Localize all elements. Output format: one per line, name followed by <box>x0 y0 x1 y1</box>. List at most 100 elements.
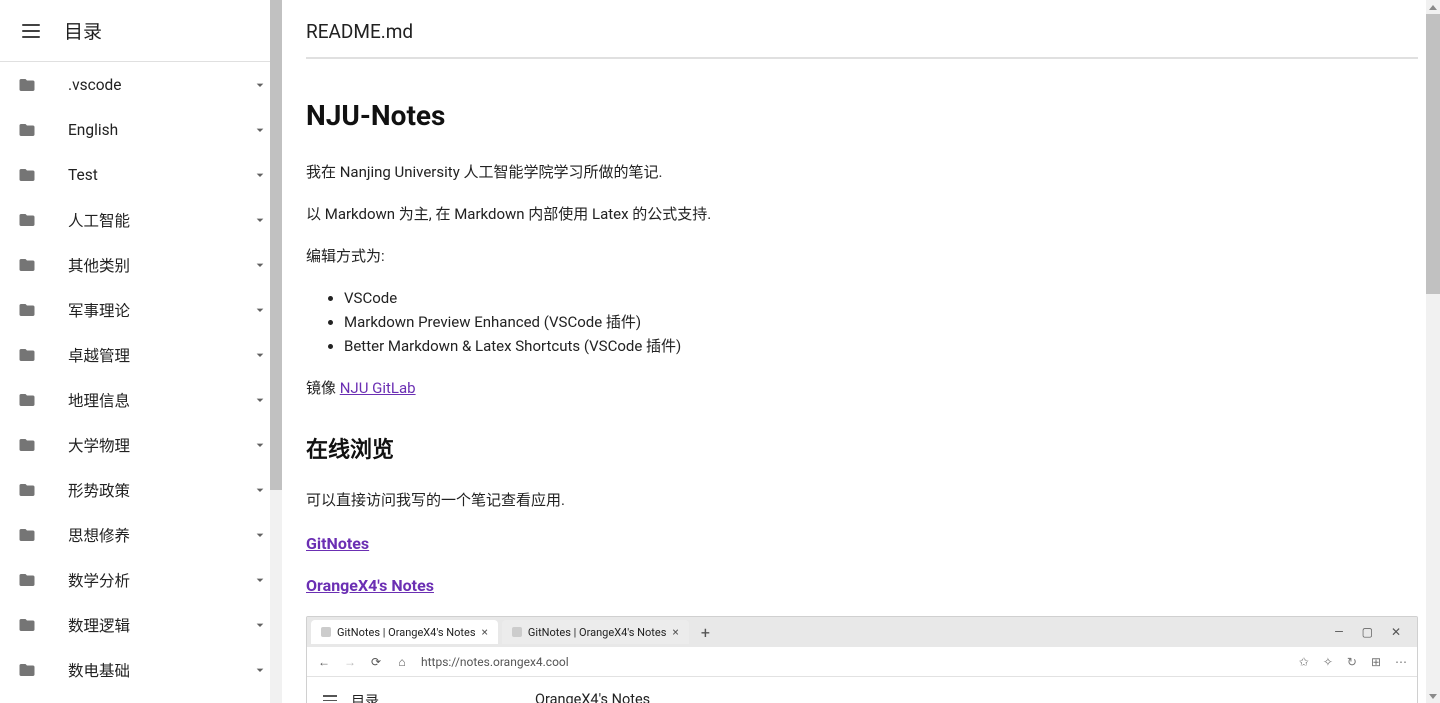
ss-body: 目录 OrangeX4's Notes 这是什么? 这是一个由 OrangeX4… <box>307 677 1417 703</box>
star-icon: ✩ <box>1299 655 1309 669</box>
tree-item[interactable]: 数理逻辑 <box>0 602 282 647</box>
ss-side-title: 目录 <box>351 691 379 703</box>
folder-icon <box>16 616 38 634</box>
history-icon: ↻ <box>1347 655 1357 669</box>
tree-item-label: 数理逻辑 <box>68 614 252 636</box>
tree-item-label: 军事理论 <box>68 299 252 321</box>
tree-item[interactable]: 数学分析 <box>0 557 282 602</box>
folder-tree: .vscode English Test 人工智能 其他类别 <box>0 62 282 703</box>
folder-icon <box>16 571 38 589</box>
folder-icon <box>16 76 38 94</box>
ss-right-icons: ✩ ✧ ↻ ⊞ ⋯ <box>1299 655 1407 669</box>
tree-item-label: 数电基础 <box>68 659 252 681</box>
chevron-down-icon <box>252 437 268 453</box>
tree-item[interactable]: 形势政策 <box>0 467 282 512</box>
menu-icon[interactable] <box>22 19 46 43</box>
main-scrollbar[interactable] <box>1426 0 1440 703</box>
favorites-icon: ✧ <box>1323 655 1333 669</box>
folder-icon <box>16 121 38 139</box>
back-icon: ← <box>317 655 331 669</box>
window-controls: — ▢ ✕ <box>1334 625 1413 639</box>
readme-intro1: 我在 Nanjing University 人工智能学院学习所做的笔记. <box>306 160 1418 184</box>
tree-item-label: 数学分析 <box>68 569 252 591</box>
mirror-link[interactable]: NJU GitLab <box>340 379 416 397</box>
chevron-down-icon <box>252 572 268 588</box>
scrollbar-thumb[interactable] <box>270 0 282 490</box>
maximize-icon: ▢ <box>1362 625 1373 639</box>
sidebar-scrollbar[interactable] <box>270 0 282 703</box>
scrollbar-thumb[interactable] <box>1426 14 1440 294</box>
tree-item-label: 卓越管理 <box>68 344 252 366</box>
tree-item[interactable]: 人工智能 <box>0 197 282 242</box>
online-heading: 在线浏览 <box>306 432 1418 464</box>
favicon-icon <box>512 627 522 637</box>
folder-icon <box>16 256 38 274</box>
mirror-line: 镜像 NJU GitLab <box>306 376 1418 400</box>
tree-item-label: 人工智能 <box>68 209 252 231</box>
folder-icon <box>16 301 38 319</box>
scroll-down-icon[interactable] <box>1426 689 1440 703</box>
tree-item[interactable]: Test <box>0 152 282 197</box>
tree-item[interactable]: 地理信息 <box>0 377 282 422</box>
lock-icon: ⌂ <box>395 655 409 669</box>
tree-item[interactable]: 军事理论 <box>0 287 282 332</box>
readme-edit-heading: 编辑方式为: <box>306 244 1418 268</box>
file-title: README.md <box>306 0 1418 57</box>
tree-item-label: 大学物理 <box>68 434 252 456</box>
close-window-icon: ✕ <box>1391 625 1401 639</box>
ss-main-header: OrangeX4's Notes <box>535 691 1399 703</box>
main-content: README.md NJU-Notes 我在 Nanjing Universit… <box>282 0 1440 703</box>
ss-url-bar: ← → ⟳ ⌂ https://notes.orangex4.cool ✩ ✧ … <box>307 647 1417 677</box>
tree-item[interactable]: 卓越管理 <box>0 332 282 377</box>
list-item: VSCode <box>344 286 1418 310</box>
tree-item[interactable]: 大学物理 <box>0 422 282 467</box>
rule <box>306 57 1418 59</box>
mirror-prefix: 镜像 <box>306 379 340 397</box>
app-root: 目录 .vscode English Test 人工智能 <box>0 0 1440 703</box>
list-item: Better Markdown & Latex Shortcuts (VSCod… <box>344 334 1418 358</box>
reload-icon: ⟳ <box>369 655 383 669</box>
chevron-down-icon <box>252 77 268 93</box>
tree-item[interactable]: 其他类别 <box>0 242 282 287</box>
tree-item[interactable]: 数电基础 <box>0 647 282 692</box>
collections-icon: ⊞ <box>1371 655 1381 669</box>
chevron-down-icon <box>252 347 268 363</box>
folder-icon <box>16 436 38 454</box>
chevron-down-icon <box>252 482 268 498</box>
scrollbar-track[interactable] <box>1426 14 1440 689</box>
tree-item-label: 其他类别 <box>68 254 252 276</box>
sidebar-title: 目录 <box>64 17 102 44</box>
chevron-down-icon <box>252 212 268 228</box>
chevron-down-icon <box>252 302 268 318</box>
orangex4-notes-link[interactable]: OrangeX4's Notes <box>306 576 434 595</box>
tree-item[interactable]: 思想修养 <box>0 512 282 557</box>
chevron-down-icon <box>252 257 268 273</box>
close-icon: × <box>672 625 678 639</box>
more-icon: ⋯ <box>1395 655 1407 669</box>
chevron-down-icon <box>252 527 268 543</box>
folder-icon <box>16 346 38 364</box>
folder-icon <box>16 391 38 409</box>
readme-content: NJU-Notes 我在 Nanjing University 人工智能学院学习… <box>306 99 1418 703</box>
tree-item-label: 思想修养 <box>68 524 252 546</box>
folder-icon <box>16 661 38 679</box>
gitnotes-link[interactable]: GitNotes <box>306 534 369 553</box>
menu-icon <box>323 695 337 703</box>
sidebar-header: 目录 <box>0 0 282 62</box>
folder-icon <box>16 211 38 229</box>
chevron-down-icon <box>252 167 268 183</box>
readme-intro2: 以 Markdown 为主, 在 Markdown 内部使用 Latex 的公式… <box>306 202 1418 226</box>
scroll-up-icon[interactable] <box>1426 0 1440 14</box>
list-item: Markdown Preview Enhanced (VSCode 插件) <box>344 310 1418 334</box>
chevron-down-icon <box>252 392 268 408</box>
ss-tab1-label: GitNotes | OrangeX4's Notes <box>337 626 476 639</box>
tree-item-label: Test <box>68 166 252 184</box>
tree-item[interactable]: .vscode <box>0 62 282 107</box>
chevron-down-icon <box>252 662 268 678</box>
folder-icon <box>16 166 38 184</box>
ss-url-text: https://notes.orangex4.cool <box>421 655 1287 669</box>
chevron-down-icon <box>252 122 268 138</box>
tree-item[interactable]: English <box>0 107 282 152</box>
minimize-icon: — <box>1334 625 1343 639</box>
ss-tab-1: GitNotes | OrangeX4's Notes × <box>311 620 498 644</box>
